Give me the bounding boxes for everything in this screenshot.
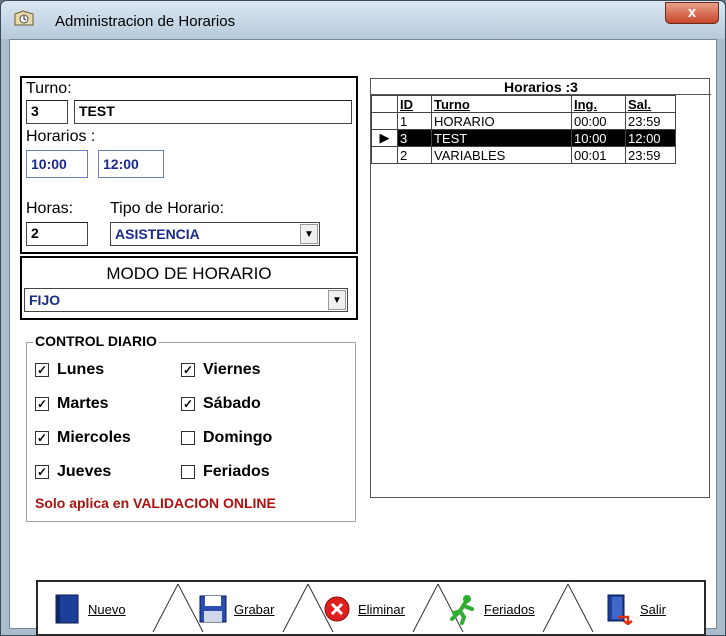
- turno-label: Turno:: [26, 80, 72, 97]
- action-toolbar: Nuevo Grabar Eliminar Feriados Salir: [36, 580, 706, 636]
- checkbox-box[interactable]: ✓: [181, 363, 195, 377]
- turno-name-field[interactable]: TEST: [74, 100, 352, 124]
- row-indicator: [371, 112, 398, 130]
- new-document-icon: [55, 594, 79, 624]
- turno-id-field[interactable]: 3: [26, 100, 68, 124]
- cell-sal[interactable]: 23:59: [625, 112, 676, 130]
- turno-panel: Turno: 3 TEST Horarios : 10:00 12:00 Hor…: [20, 76, 358, 254]
- horarios-label: Horarios :: [26, 128, 96, 145]
- horario-end-field[interactable]: 12:00: [98, 150, 164, 178]
- checkbox-viernes[interactable]: ✓ Viernes: [181, 361, 261, 379]
- checkbox-miercoles[interactable]: ✓ Miercoles: [35, 429, 131, 447]
- table-header-row: ID Turno Ing. Sal.: [371, 95, 676, 113]
- row-indicator-arrow-icon: ▶: [371, 129, 398, 147]
- grabar-button[interactable]: Grabar: [198, 587, 274, 631]
- horario-start-field[interactable]: 10:00: [26, 150, 88, 178]
- validation-note: Solo aplica en VALIDACION ONLINE: [35, 495, 276, 511]
- cell-ing[interactable]: 00:00: [571, 112, 626, 130]
- window-title: Administracion de Horarios: [55, 13, 236, 30]
- dropdown-arrow-icon[interactable]: ▼: [328, 290, 346, 310]
- control-diario-label: CONTROL DIARIO: [33, 333, 159, 349]
- cell-id[interactable]: 2: [397, 146, 432, 164]
- eliminar-button[interactable]: Eliminar: [322, 587, 405, 631]
- modo-select[interactable]: FIJO ▼: [24, 288, 348, 312]
- horas-label: Horas:: [26, 200, 74, 217]
- grid-title: Horarios :3: [371, 79, 711, 95]
- checkbox-domingo[interactable]: Domingo: [181, 429, 272, 447]
- main-form: Turno: 3 TEST Horarios : 10:00 12:00 Hor…: [9, 39, 717, 636]
- checkbox-jueves[interactable]: ✓ Jueves: [35, 463, 111, 481]
- app-window: Administracion de Horarios x Turno: 3 TE…: [0, 0, 726, 636]
- cell-ing[interactable]: 00:01: [571, 146, 626, 164]
- checkbox-lunes[interactable]: ✓ Lunes: [35, 361, 104, 379]
- tipo-horario-value: ASISTENCIA: [115, 226, 200, 242]
- row-indicator: [371, 146, 398, 164]
- checkbox-feriados[interactable]: Feriados: [181, 463, 270, 481]
- eliminar-label: Eliminar: [358, 601, 405, 617]
- modo-value: FIJO: [29, 292, 61, 308]
- nuevo-button[interactable]: Nuevo: [52, 587, 126, 631]
- checkbox-box[interactable]: ✓: [35, 397, 49, 411]
- checkbox-box[interactable]: ✓: [35, 465, 49, 479]
- cell-sal[interactable]: 12:00: [625, 129, 676, 147]
- checkbox-sabado[interactable]: ✓ Sábado: [181, 395, 261, 413]
- modo-label: MODO DE HORARIO: [106, 264, 272, 283]
- cell-sal[interactable]: 23:59: [625, 146, 676, 164]
- checkbox-box[interactable]: ✓: [35, 431, 49, 445]
- title-bar[interactable]: Administracion de Horarios x: [1, 1, 725, 39]
- column-header-ing[interactable]: Ing.: [571, 95, 626, 113]
- salir-label: Salir: [640, 601, 667, 617]
- cell-ing[interactable]: 10:00: [571, 129, 626, 147]
- salir-button[interactable]: Salir: [604, 587, 666, 631]
- cell-turno[interactable]: TEST: [431, 129, 572, 147]
- checkbox-box[interactable]: [181, 465, 195, 479]
- checkbox-box[interactable]: ✓: [35, 363, 49, 377]
- horas-field[interactable]: 2: [26, 222, 88, 246]
- feriados-label: Feriados: [484, 601, 535, 617]
- feriados-button[interactable]: Feriados: [448, 587, 535, 631]
- column-header-turno[interactable]: Turno: [431, 95, 572, 113]
- column-header-sal[interactable]: Sal.: [625, 95, 676, 113]
- modo-panel: MODO DE HORARIO FIJO ▼: [20, 256, 358, 320]
- cell-turno[interactable]: HORARIO: [431, 112, 572, 130]
- delete-x-icon: [324, 596, 350, 622]
- exit-door-icon: [607, 594, 633, 625]
- dropdown-arrow-icon[interactable]: ▼: [300, 224, 318, 244]
- column-header-id[interactable]: ID: [397, 95, 432, 113]
- checkbox-box[interactable]: ✓: [181, 397, 195, 411]
- control-diario-group: CONTROL DIARIO ✓ Lunes ✓ Martes ✓ Miercoles…: [26, 333, 356, 522]
- running-person-icon: [450, 595, 474, 625]
- row-indicator-header: [371, 95, 398, 113]
- horarios-table[interactable]: ID Turno Ing. Sal. 1 HORARIO 00:00 23:59…: [371, 95, 676, 164]
- tipo-horario-select[interactable]: ASISTENCIA ▼: [110, 222, 320, 246]
- save-disk-icon: [199, 595, 227, 623]
- grabar-label: Grabar: [234, 601, 275, 617]
- close-button[interactable]: x: [665, 2, 719, 24]
- table-row[interactable]: 1 HORARIO 00:00 23:59: [371, 112, 676, 130]
- tipo-horario-label: Tipo de Horario:: [110, 200, 225, 217]
- cell-id[interactable]: 3: [397, 129, 432, 147]
- checkbox-martes[interactable]: ✓ Martes: [35, 395, 109, 413]
- horarios-grid[interactable]: Horarios :3 ID Turno Ing. Sal. 1 HORARIO…: [370, 78, 711, 498]
- nuevo-label: Nuevo: [88, 601, 126, 617]
- cell-turno[interactable]: VARIABLES: [431, 146, 572, 164]
- checkbox-box[interactable]: [181, 431, 195, 445]
- cell-id[interactable]: 1: [397, 112, 432, 130]
- window-app-icon: [14, 10, 34, 26]
- table-row-selected[interactable]: ▶ 3 TEST 10:00 12:00: [371, 129, 676, 147]
- table-row[interactable]: 2 VARIABLES 00:01 23:59: [371, 146, 676, 164]
